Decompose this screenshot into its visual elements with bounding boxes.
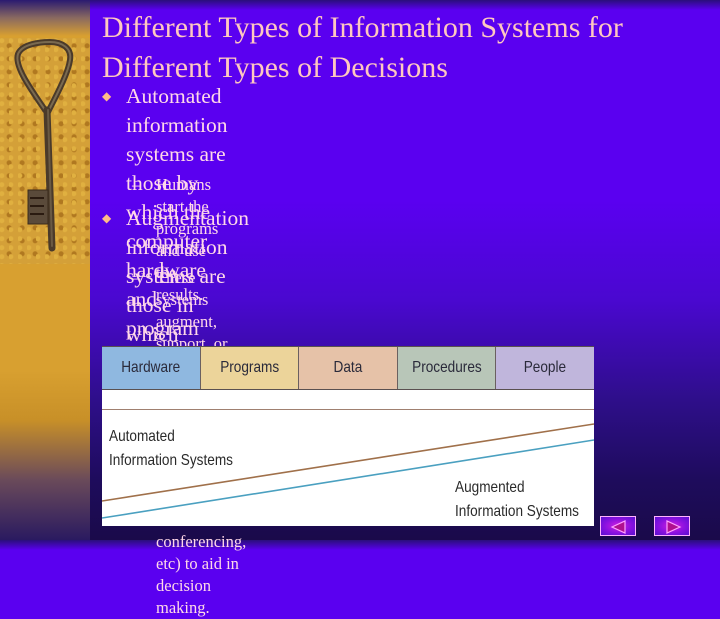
information-system-diagram: Hardware Programs Data Procedures People… (102, 346, 594, 526)
previous-slide-button[interactable] (600, 516, 636, 536)
slide-title: Different Types of Information Systems f… (102, 8, 702, 88)
next-slide-icon (666, 520, 682, 534)
dash-bullet: – (132, 175, 141, 194)
diamond-bullet-icon: ◆ (102, 89, 112, 103)
augmented-label-line: Information Systems (455, 503, 579, 520)
augmented-label-line: Augmented (455, 479, 525, 496)
title-line-1: Different Types of Information Systems f… (102, 11, 623, 44)
automated-label: Automated Information Systems (109, 425, 233, 473)
augmented-label: Augmented Information Systems (455, 476, 579, 524)
next-slide-button[interactable] (654, 516, 690, 536)
diamond-bullet-icon: ◆ (102, 211, 112, 225)
antique-key-icon (14, 38, 74, 252)
automated-label-line: Automated (109, 428, 175, 445)
automated-label-line: Information Systems (109, 452, 233, 469)
decorative-sidebar (0, 0, 90, 540)
sub-bullet-line: decision making. (156, 576, 211, 617)
dash-bullet: – (132, 268, 141, 287)
previous-slide-icon (610, 520, 626, 534)
